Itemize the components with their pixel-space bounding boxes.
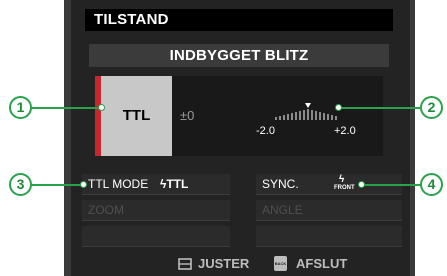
adjust-hint: JUSTER	[198, 256, 250, 271]
back-button-icon: BACK	[274, 256, 287, 271]
flash-settings-screen: TILSTAND INDBYGGET BLITZ TTL ±0 -2.0 +2.…	[64, 0, 415, 276]
section-title: INDBYGGET BLITZ	[89, 44, 389, 67]
exit-hint: AFSLUT	[296, 256, 348, 271]
callout-3-dot	[80, 181, 87, 188]
empty-row-left	[82, 226, 230, 247]
angle-label: ANGLE	[262, 203, 303, 217]
callout-1-leader	[31, 107, 101, 109]
scale-max-label: +2.0	[334, 125, 356, 137]
callout-2-leader	[340, 107, 421, 109]
empty-row-right	[256, 226, 402, 247]
angle-row: ANGLE	[256, 200, 402, 221]
flash-status-panel: TTL ±0 -2.0 +2.0	[95, 76, 383, 156]
callout-1-dot	[98, 104, 105, 111]
sync-front-label: FRONT	[334, 185, 355, 191]
page-title: TILSTAND	[85, 9, 393, 31]
callout-2: 2	[420, 96, 443, 119]
ttl-mode-row[interactable]: TTL MODE ϟTTL	[82, 174, 230, 195]
callout-3-leader	[31, 184, 82, 186]
scale-min-label: -2.0	[256, 125, 275, 137]
callout-4-leader	[362, 184, 421, 186]
callout-4: 4	[420, 173, 443, 196]
flash-mode-label: TTL	[122, 107, 151, 124]
sync-label: SYNC.	[262, 177, 299, 191]
ttl-mode-value: ϟTTL	[160, 177, 189, 191]
zoom-row: ZOOM	[82, 200, 230, 221]
exposure-compensation-scale: -2.0 +2.0	[256, 103, 356, 137]
menu-ok-icon	[178, 258, 192, 270]
callout-2-dot	[335, 104, 342, 111]
button-guide: JUSTER BACK AFSLUT	[64, 252, 415, 276]
scale-indicator-icon	[305, 103, 311, 108]
flash-mode-box[interactable]: TTL	[95, 76, 172, 156]
zoom-label: ZOOM	[88, 203, 124, 217]
callout-3: 3	[9, 173, 32, 196]
ttl-mode-label: TTL MODE	[88, 177, 149, 191]
callout-1: 1	[9, 96, 32, 119]
flash-compensation-value: ±0	[180, 108, 195, 123]
screen-bezel-right	[410, 0, 415, 276]
screen-bezel-left	[64, 0, 71, 276]
callout-4-dot	[358, 181, 365, 188]
